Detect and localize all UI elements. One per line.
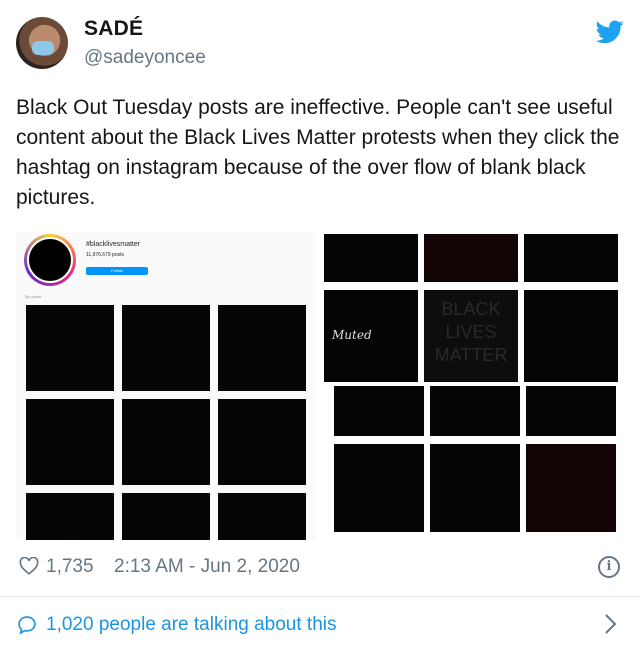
black-square	[526, 444, 616, 532]
info-icon[interactable]: i	[598, 556, 620, 578]
conversation-link[interactable]: 1,020 people are talking about this	[46, 614, 337, 636]
display-name[interactable]: SADÉ	[84, 17, 143, 41]
black-square	[424, 234, 518, 282]
black-square	[524, 290, 618, 382]
hashtag-title: #blacklivesmatter	[86, 241, 141, 248]
tweet-media[interactable]: #blacklivesmatter 11,976,679 posts Follo…	[16, 232, 624, 540]
comment-bubble-icon[interactable]	[17, 615, 37, 635]
black-square: BLACK LIVES MATTER	[424, 290, 518, 382]
black-square	[526, 386, 616, 436]
black-square	[26, 493, 114, 540]
chevron-right-icon[interactable]	[604, 613, 618, 635]
black-square	[334, 386, 424, 436]
top-posts-label: Top posts	[24, 294, 42, 299]
timestamp[interactable]: 2:13 AM - Jun 2, 2020	[114, 556, 300, 578]
black-square	[324, 234, 418, 282]
black-square	[218, 493, 306, 540]
instagram-grid-screenshot: Muted BLACK LIVES MATTER	[320, 232, 624, 540]
twitter-bird-icon[interactable]	[596, 20, 624, 44]
black-square	[430, 444, 520, 532]
black-square	[122, 493, 210, 540]
instagram-hashtag-screenshot: #blacklivesmatter 11,976,679 posts Follo…	[16, 232, 316, 540]
black-square	[122, 305, 210, 391]
black-square	[26, 399, 114, 485]
black-square	[122, 399, 210, 485]
like-count[interactable]: 1,735	[46, 556, 94, 578]
tweet-text: Black Out Tuesday posts are ineffective.…	[16, 96, 620, 209]
black-square	[334, 444, 424, 532]
hashtag-post-count: 11,976,679 posts	[86, 252, 124, 258]
black-square	[26, 305, 114, 391]
muted-script-text: Muted	[332, 328, 372, 342]
black-square	[430, 386, 520, 436]
black-square	[218, 399, 306, 485]
black-square	[524, 234, 618, 282]
black-square: Muted	[324, 290, 418, 382]
divider	[0, 596, 640, 597]
handle[interactable]: @sadeyoncee	[84, 47, 206, 69]
black-square	[218, 305, 306, 391]
avatar[interactable]	[16, 17, 68, 69]
blm-overlay-text: BLACK LIVES MATTER	[434, 299, 508, 365]
follow-button: Follow	[86, 267, 148, 275]
heart-icon[interactable]	[19, 557, 39, 575]
